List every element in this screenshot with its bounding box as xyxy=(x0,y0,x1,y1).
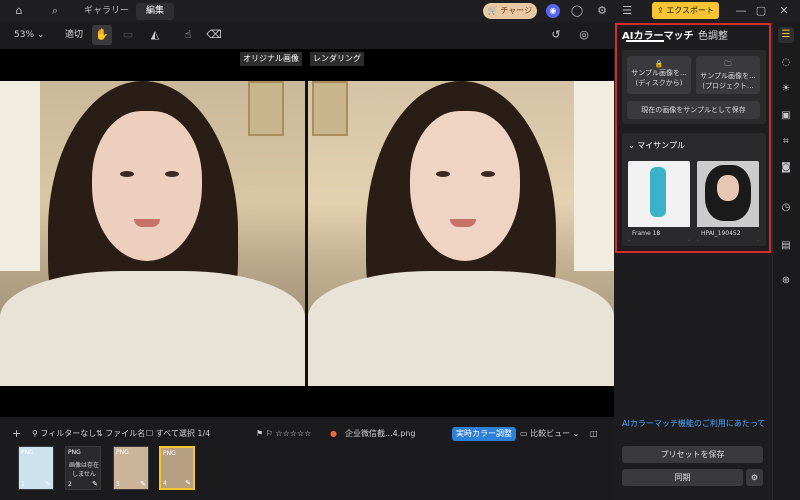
select-all-label: すべて選択 1/4 xyxy=(155,429,211,438)
pan-icon[interactable]: ☝ xyxy=(178,25,198,45)
search-icon[interactable]: ⌕ xyxy=(48,4,62,18)
crop-icon[interactable]: ⌗ xyxy=(778,134,794,150)
export-icon: ⇪ xyxy=(656,6,664,15)
filter-icon: ⚲ xyxy=(32,429,38,438)
sun-icon[interactable]: ☀ xyxy=(778,81,794,97)
chevron-down-icon: ⌄ xyxy=(36,30,45,40)
title-bar: ⌂ ⌕ ギャラリー 編集 🛒 チャージ ◉ ◯ ⚙ ☰ ⇪ エクスポート — ▢… xyxy=(0,0,800,22)
rendered-image xyxy=(308,81,614,386)
edit-icon[interactable]: ✎ xyxy=(45,480,51,488)
compare-label: 比較ビュー xyxy=(530,429,571,438)
hand-icon[interactable]: ✋ xyxy=(92,25,112,45)
sort-label: ファイル名 xyxy=(105,429,146,438)
select-all-checkbox[interactable]: ☐ すべて選択 1/4 xyxy=(146,427,210,441)
color-label-icon[interactable]: ● xyxy=(330,427,337,441)
realtime-label: 実時カラー調整 xyxy=(456,429,512,438)
sync-button[interactable]: 同期 xyxy=(622,469,743,486)
menu-icon[interactable]: ☰ xyxy=(620,4,634,18)
zoom-select[interactable]: 53% ⌄ xyxy=(14,25,44,45)
maximize-icon[interactable]: ▢ xyxy=(754,4,768,18)
thumbnail-4[interactable]: PNG 4 ✎ xyxy=(159,446,195,490)
thumbnail-2[interactable]: PNG 画像は存在しません 2 ✎ xyxy=(65,446,101,490)
original-image xyxy=(0,81,305,386)
sort-icon: ⇅ xyxy=(96,429,103,438)
split-view-icon[interactable]: ◫ xyxy=(590,427,598,441)
charge-button[interactable]: 🛒 チャージ xyxy=(483,3,537,19)
charge-label: チャージ xyxy=(500,6,533,15)
eraser-icon[interactable]: ⌫ xyxy=(204,25,224,45)
image-icon[interactable]: ▣ xyxy=(778,108,794,124)
ai-color-match-notice-link[interactable]: AIカラーマッチ機能のご利用にあたって xyxy=(622,418,772,429)
close-icon[interactable]: ✕ xyxy=(777,4,791,18)
home-icon[interactable]: ⌂ xyxy=(12,4,26,18)
history-icon[interactable]: ◷ xyxy=(778,200,794,216)
crop-compare-icon[interactable]: ▭ xyxy=(118,25,138,45)
minimize-icon[interactable]: — xyxy=(734,4,748,18)
tab-edit[interactable]: 編集 xyxy=(136,3,175,20)
bulb-icon[interactable]: ◌ xyxy=(778,55,794,71)
format-tag: PNG xyxy=(163,450,176,457)
sync-settings-icon[interactable]: ⚙ xyxy=(746,469,763,486)
thumb-number: 3 xyxy=(116,481,120,488)
format-tag: PNG xyxy=(116,449,129,456)
export-label: エクスポート xyxy=(666,6,714,15)
render-label: レンダリング xyxy=(310,52,364,66)
highlight-box xyxy=(615,23,771,253)
tab-gallery[interactable]: ギャラリー xyxy=(74,3,139,20)
chevron-down-icon: ⌄ xyxy=(572,429,580,438)
realtime-color-toggle[interactable]: 実時カラー調整 xyxy=(452,427,516,441)
checkbox-icon: ☐ xyxy=(146,429,154,438)
fit-button[interactable]: 適切 xyxy=(65,25,83,45)
thumb-number: 2 xyxy=(68,481,72,488)
thumbnail-1[interactable]: PNG 1 ✎ xyxy=(18,446,54,490)
thumb-number: 4 xyxy=(163,480,167,487)
save-preset-button[interactable]: プリセットを保存 xyxy=(622,446,763,463)
reset-icon[interactable]: ↺ xyxy=(546,25,566,45)
notes-icon[interactable]: ▤ xyxy=(778,238,794,254)
filter-dropdown[interactable]: ⚲ フィルターなし xyxy=(32,427,96,441)
flag-icons[interactable]: ⚑ ⚐ ☆☆☆☆☆ xyxy=(256,427,311,441)
thumb-number: 1 xyxy=(21,481,25,488)
compare-view-dropdown[interactable]: ▭ 比較ビュー ⌄ xyxy=(520,427,579,441)
add-icon[interactable]: + xyxy=(12,427,21,441)
edit-icon[interactable]: ✎ xyxy=(185,479,191,487)
zoom-value: 53% xyxy=(14,30,35,40)
camera-icon[interactable]: ◙ xyxy=(778,160,794,176)
export-button[interactable]: ⇪ エクスポート xyxy=(652,2,719,19)
format-tag: PNG xyxy=(21,449,34,456)
format-tag: PNG xyxy=(68,449,81,456)
compare-icon: ▭ xyxy=(520,429,528,438)
file-name: 企业微信截...4.png xyxy=(345,429,416,438)
missing-note: 画像は存在しません xyxy=(68,462,99,478)
discord-icon[interactable]: ◉ xyxy=(546,4,560,18)
edit-icon[interactable]: ✎ xyxy=(92,480,98,488)
edit-icon[interactable]: ✎ xyxy=(140,480,146,488)
cart-icon: 🛒 xyxy=(487,6,498,15)
add-panel-icon[interactable]: ⊕ xyxy=(778,273,794,289)
account-icon[interactable]: ◯ xyxy=(570,4,584,18)
original-label: オリジナル画像 xyxy=(240,52,302,66)
filter-label: フィルターなし xyxy=(40,429,97,438)
thumbnail-3[interactable]: PNG 3 ✎ xyxy=(113,446,149,490)
sort-dropdown[interactable]: ⇅ ファイル名 xyxy=(96,427,145,441)
sliders-icon[interactable]: ☰ xyxy=(778,27,794,43)
layers-icon[interactable]: ◎ xyxy=(574,25,594,45)
edit-toolbar: 53% ⌄ 適切 ✋ ▭ ◭ ☝ ⌫ ↺ ◎ xyxy=(0,22,614,49)
settings-icon[interactable]: ⚙ xyxy=(595,4,609,18)
image-canvas[interactable]: オリジナル画像 レンダリング xyxy=(0,49,614,417)
mirror-icon[interactable]: ◭ xyxy=(145,25,165,45)
